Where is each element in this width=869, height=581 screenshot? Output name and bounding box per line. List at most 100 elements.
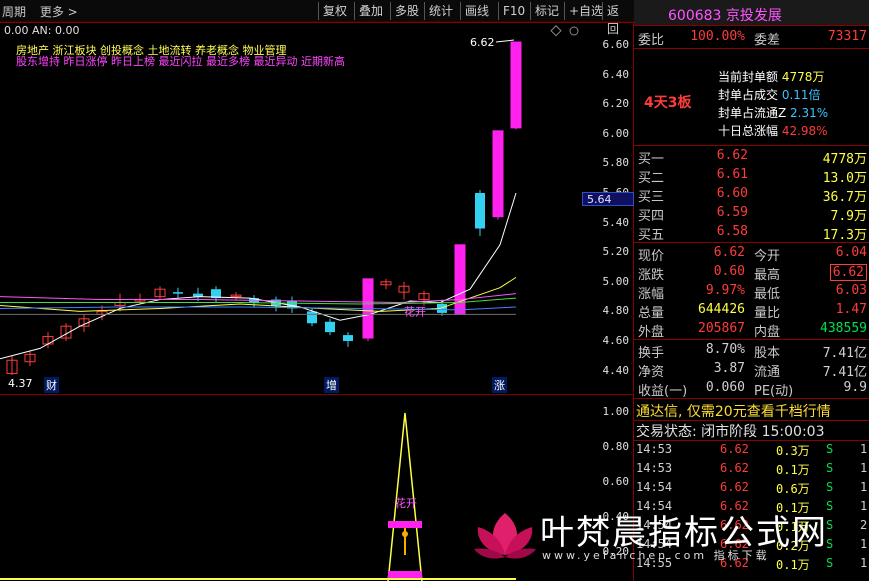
lotus-logo-icon: [474, 513, 536, 559]
stat-value: 0.60: [713, 264, 745, 279]
stat-value: 6.62: [713, 245, 745, 260]
toolbar-button-1[interactable]: 叠加: [354, 2, 387, 20]
seal-info-value: 42.98%: [781, 124, 828, 138]
bid-price: 6.59: [716, 205, 748, 220]
bid-volume: 17.3万: [822, 228, 867, 243]
stat-label: 现价: [638, 249, 665, 264]
price-tick: 4.40: [602, 363, 630, 377]
toolbar-button-5[interactable]: F10: [498, 2, 529, 20]
stat-value-2: 6.03: [835, 283, 867, 298]
bid-row: 买一 6.62 4778万: [634, 147, 869, 167]
indicator-tick: 0.80: [602, 440, 630, 453]
kline-canvas: 6.62 4.37 花开: [0, 22, 634, 390]
period-button[interactable]: 周期: [2, 5, 26, 19]
fin-value: 3.87: [713, 361, 745, 376]
tick-row: 14:53 6.62 0.1万 S 1: [634, 461, 869, 478]
limit-up-marker[interactable]: 涨: [492, 377, 507, 393]
price-tick: 6.20: [602, 97, 630, 111]
bid-price: 6.61: [716, 167, 748, 182]
bid-price: 6.60: [716, 186, 748, 201]
bid-price: 6.58: [716, 224, 748, 239]
toolbar-button-8[interactable]: 返回: [602, 2, 634, 36]
price-tick: 6.60: [602, 38, 630, 51]
weicha-value: 73317: [827, 29, 867, 44]
price-tick: 5.00: [602, 274, 630, 288]
bid-row: 买四 6.59 7.9万: [634, 204, 869, 224]
toolbar-button-2[interactable]: 多股: [390, 2, 423, 20]
price-tick: 5.20: [602, 245, 630, 259]
more-button[interactable]: 更多 >: [40, 5, 78, 19]
price-tick: 6.00: [602, 126, 630, 140]
tick-count: 1: [860, 537, 868, 551]
fin-value-2: 9.9: [843, 380, 867, 395]
fin-label-2: 流通: [754, 365, 781, 380]
kline-chart[interactable]: 0.00 AN: 0.00 房地产 浙江板块 创投概念 土地流转 养老概念 物业…: [0, 22, 634, 394]
price-tick: 4.80: [602, 304, 630, 318]
bid-row: 买二 6.61 13.0万: [634, 166, 869, 186]
price-tick: 4.60: [602, 334, 630, 347]
tick-side: S: [826, 442, 834, 456]
candle-body: [307, 311, 317, 324]
finance-marker[interactable]: 财: [44, 377, 59, 393]
toolbar-button-7[interactable]: +自选: [564, 2, 607, 20]
seal-info-value: 0.11倍: [781, 88, 821, 102]
signal-base: [388, 571, 422, 579]
seal-info-row: 十日总涨幅 42.98%: [718, 122, 828, 139]
seal-info-label: 十日总涨幅: [718, 124, 782, 138]
candle-body: [454, 244, 466, 315]
toolbar-button-6[interactable]: 标记: [530, 2, 563, 20]
toolbar-button-0[interactable]: 复权: [318, 2, 351, 20]
candle-body: [475, 193, 485, 229]
bid-label: 买三: [638, 190, 665, 205]
toolbar-button-4[interactable]: 画线: [460, 2, 493, 20]
tick-time: 14:53: [636, 442, 673, 456]
stat-value: 205867: [698, 321, 745, 336]
tick-time: 14:53: [636, 461, 673, 475]
seal-info-value: 4778万: [781, 70, 825, 84]
tick-volume: 0.3万: [776, 444, 810, 458]
stock-title-bar: 600683 京投发展: [634, 0, 869, 26]
promo-link[interactable]: 通达信, 仅需20元查看千档行情: [636, 401, 831, 421]
candle-body: [343, 335, 353, 341]
fin-label: 净资: [638, 365, 665, 380]
signal-bar: [388, 521, 422, 528]
trade-status: 交易状态: 闭市阶段 15:00:03: [636, 424, 825, 440]
stat-label: 总量: [638, 306, 665, 321]
increase-marker[interactable]: 增: [324, 377, 339, 393]
diamond-icon: [550, 25, 562, 37]
watermark-url: www.yefanchen.com 指标下载: [542, 549, 770, 562]
stat-value: 644426: [698, 302, 745, 317]
bid-volume: 7.9万: [830, 209, 867, 224]
fin-value-2: 7.41亿: [822, 365, 867, 380]
tick-count: 1: [860, 556, 868, 570]
seal-info-label: 当前封单额: [718, 70, 782, 84]
watermark: 叶梵晨指标公式网 www.yefanchen.com 指标下载: [470, 505, 850, 565]
stat-row: 涨跌 0.60 最高 6.62: [634, 263, 869, 283]
candle-body: [173, 292, 183, 294]
tick-side: S: [826, 480, 834, 494]
stat-label-2: 今开: [754, 249, 781, 264]
bid-label: 买五: [638, 228, 665, 243]
stat-value-2: 1.47: [835, 302, 867, 317]
price-tick: 5.40: [602, 215, 630, 229]
indicator-tick: 0.60: [602, 475, 630, 488]
fin-label: 收益(一): [638, 384, 688, 399]
tick-volume: 0.1万: [776, 463, 810, 477]
tick-side: S: [826, 461, 834, 475]
chart-toolbar: 周期 更多 > 复权 叠加 多股 统计 画线 F10 标记 +自选 返回: [0, 0, 634, 36]
stat-label: 外盘: [638, 325, 665, 340]
indicator-huakai-label: 花开: [395, 497, 417, 510]
tick-price: 6.62: [720, 461, 749, 475]
tick-row: 14:54 6.62 0.6万 S 1: [634, 480, 869, 497]
bid-row: 买五 6.58 17.3万: [634, 223, 869, 243]
bid-label: 买一: [638, 152, 665, 167]
stat-row: 涨幅 9.97% 最低 6.03: [634, 282, 869, 302]
bid-volume: 36.7万: [822, 190, 867, 205]
candle-body: [510, 41, 522, 129]
weibi-label: 委比: [638, 33, 665, 48]
ma5-line: [0, 192, 517, 360]
tick-time: 14:54: [636, 480, 673, 494]
toolbar-button-3[interactable]: 统计: [424, 2, 457, 20]
fin-row: 换手 8.70% 股本 7.41亿: [634, 341, 869, 361]
bid-volume: 4778万: [822, 152, 867, 167]
